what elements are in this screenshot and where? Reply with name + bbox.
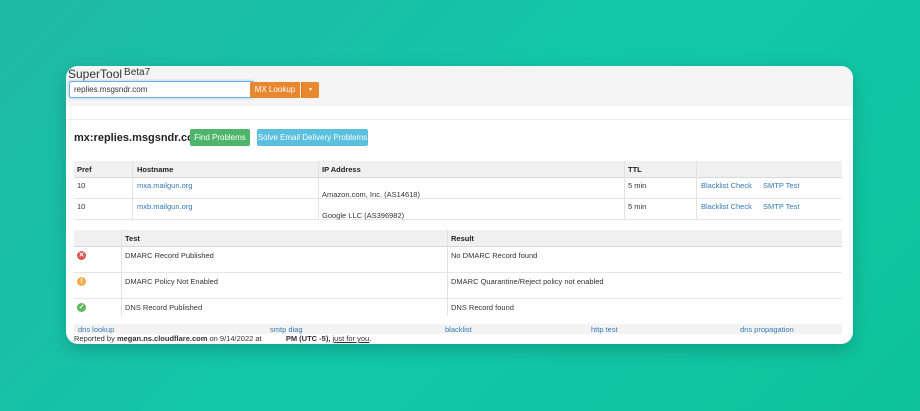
hostname-link[interactable]: mxa.mailgun.org <box>137 181 192 190</box>
chevron-down-icon[interactable]: ▾ <box>301 82 319 98</box>
solve-email-delivery-button[interactable]: Solve Email Delivery Problems <box>257 129 368 146</box>
mx-table: Pref Hostname IP Address TTL 10 mxa.mail… <box>74 161 842 220</box>
beta-badge: Beta7 <box>124 67 151 78</box>
header-pref: Pref <box>77 165 92 174</box>
top-bar: SuperToolBeta7 MX Lookup ▾ <box>66 66 853 106</box>
table-row: ✕ DMARC Record Published No DMARC Record… <box>74 247 842 273</box>
ttl-value: 5 min <box>628 202 647 211</box>
smtp-test-link[interactable]: SMTP Test <box>763 181 799 190</box>
just-for-you-link[interactable]: just for you <box>333 334 370 343</box>
result-heading: mx:replies.msgsndr.com <box>74 132 204 144</box>
pref-value: 10 <box>77 181 86 190</box>
reported-server: megan.ns.cloudflare.com <box>116 334 208 343</box>
test-result: DMARC Quarantine/Reject policy not enabl… <box>451 277 604 286</box>
x-circle-icon: ✕ <box>77 251 86 260</box>
brand: SuperTool Beta7 <box>68 67 150 81</box>
app-title: SuperTool <box>68 67 123 81</box>
header-ip-address: IP Address <box>322 165 361 174</box>
blacklist-check-link[interactable]: Blacklist Check <box>701 202 752 211</box>
header-result: Result <box>451 234 474 243</box>
reported-end: . <box>369 334 372 343</box>
warning-circle-icon: ! <box>77 277 86 286</box>
test-table: Test Result ✕ DMARC Record Published No … <box>74 230 842 316</box>
test-name: DNS Record Published <box>125 303 203 312</box>
ttl-value: 5 min <box>628 181 647 190</box>
footer-link-dns-propagation[interactable]: dns propagation <box>740 325 794 334</box>
test-name: DMARC Policy Not Enabled <box>125 277 218 286</box>
test-result: No DMARC Record found <box>451 251 538 260</box>
table-row: 10 mxa.mailgun.org Amazon.com, Inc. (AS1… <box>74 178 842 199</box>
mx-lookup-button[interactable]: MX Lookup <box>250 82 300 98</box>
pref-value: 10 <box>77 202 86 211</box>
ip-owner: Amazon.com, Inc. (AS14618) <box>322 190 420 199</box>
divider <box>66 119 853 120</box>
header-hostname: Hostname <box>137 165 174 174</box>
header-ttl: TTL <box>628 165 642 174</box>
mx-table-header: Pref Hostname IP Address TTL <box>74 161 842 178</box>
footer-link-smtp-diag[interactable]: smtp diag <box>270 325 303 334</box>
footer-link-http-test[interactable]: http test <box>591 325 618 334</box>
footer-links: dns lookup smtp diag blacklist http test… <box>74 324 842 334</box>
blacklist-check-link[interactable]: Blacklist Check <box>701 181 752 190</box>
header-test: Test <box>125 234 140 243</box>
find-problems-button[interactable]: Find Problems <box>190 129 250 146</box>
reported-time: PM (UTC -5), <box>285 334 331 343</box>
ip-owner: Google LLC (AS396982) <box>322 211 405 220</box>
reported-date: on 9/14/2022 at <box>209 334 262 343</box>
app-window: SuperToolBeta7 MX Lookup ▾ mx:replies.ms… <box>66 66 853 344</box>
test-table-header: Test Result <box>74 230 842 247</box>
table-row: ✓ DNS Record Published DNS Record found <box>74 299 842 316</box>
check-circle-icon: ✓ <box>77 303 86 312</box>
table-row: ! DMARC Policy Not Enabled DMARC Quarant… <box>74 273 842 299</box>
test-name: DMARC Record Published <box>125 251 214 260</box>
table-row: 10 mxb.mailgun.org Google LLC (AS396982)… <box>74 199 842 220</box>
smtp-test-link[interactable]: SMTP Test <box>763 202 799 211</box>
footer-link-dns-lookup[interactable]: dns lookup <box>78 325 114 334</box>
reported-prefix: Reported by <box>74 334 115 343</box>
hostname-link[interactable]: mxb.mailgun.org <box>137 202 192 211</box>
reported-by-line: Reported by megan.ns.cloudflare.com on 9… <box>74 334 371 343</box>
test-result: DNS Record found <box>451 303 514 312</box>
search-input[interactable] <box>69 81 254 98</box>
footer-link-blacklist[interactable]: blacklist <box>445 325 472 334</box>
